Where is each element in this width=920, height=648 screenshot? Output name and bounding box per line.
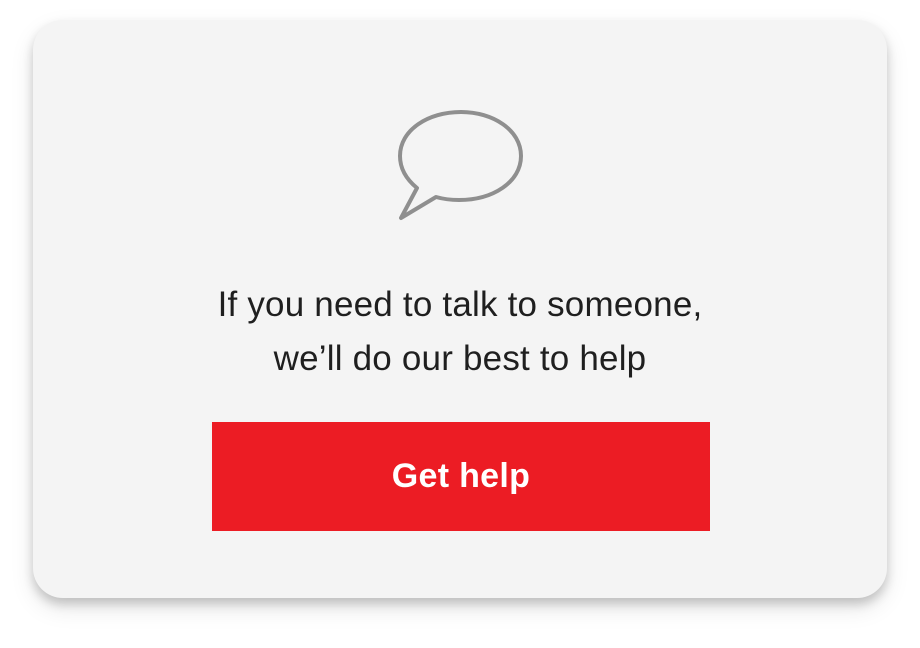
help-message-line-2: we’ll do our best to help [273,339,647,378]
speech-bubble-icon [395,108,527,222]
get-help-button[interactable]: Get help [212,422,710,531]
page: If you need to talk to someone, we’ll do… [0,0,920,648]
help-message-line-1: If you need to talk to someone, [217,285,703,324]
help-message: If you need to talk to someone, we’ll do… [120,278,800,386]
